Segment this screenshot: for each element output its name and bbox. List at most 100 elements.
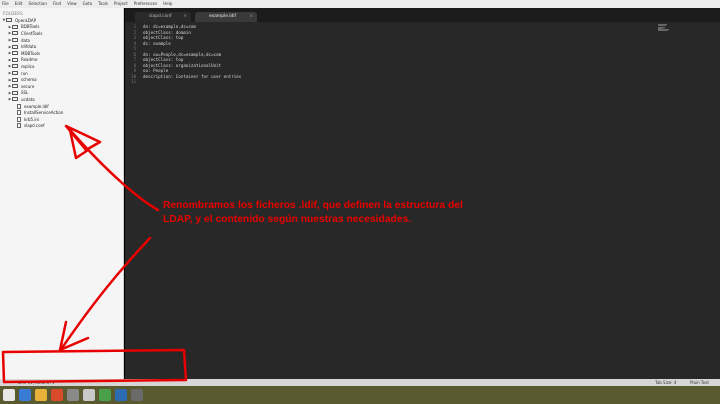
tree-file[interactable]: example.ldif	[0, 103, 123, 110]
annotation-text: Renombramos los ficheros .ldif, que defi…	[163, 200, 463, 225]
folder-icon	[12, 51, 18, 56]
menu-find[interactable]: Find	[53, 0, 61, 8]
line-number: 8	[133, 62, 136, 68]
tree-folder[interactable]: ▶ MDBTools	[0, 50, 123, 57]
folders-header: FOLDERS	[3, 11, 24, 16]
tree-root-openldap[interactable]: ▼ OpenLDAP	[0, 17, 123, 24]
tab-example-ldif[interactable]: example.ldif ×	[195, 12, 257, 22]
sidebar: FOLDERS ▼ OpenLDAP ▶ BDBTools ▶ ClientTool…	[0, 8, 124, 380]
tree-file[interactable]: slapd.conf	[0, 123, 123, 130]
tree-label: secure	[21, 83, 35, 89]
sublime-text-icon[interactable]	[131, 389, 143, 401]
folder-icon	[12, 90, 18, 95]
file-icon	[17, 110, 21, 116]
close-icon[interactable]: ×	[183, 14, 187, 19]
code-line: objectClass: top	[143, 57, 184, 62]
tree-folder[interactable]: ▶ schema	[0, 76, 123, 83]
line-number: 3	[133, 35, 136, 40]
code-line: ou: People	[143, 68, 169, 73]
tree-file[interactable]: krb5.ini	[0, 116, 123, 123]
tab-slapd-conf[interactable]: slapd.conf ×	[135, 12, 191, 22]
file-icon	[17, 116, 21, 122]
code-line: dn: ou=People,dc=example,dc=com	[143, 51, 222, 57]
app-icon[interactable]	[83, 389, 95, 401]
cursor-position: Line 11, Column 1	[18, 380, 55, 385]
code-line: dn: dc=example,dc=com	[143, 24, 196, 29]
line-number: 6	[133, 51, 136, 57]
tree-folder[interactable]: ▶ run	[0, 70, 123, 77]
menu-edit[interactable]: Edit	[15, 0, 23, 8]
folder-icon	[12, 84, 18, 89]
menu-help[interactable]: Help	[163, 0, 172, 8]
folder-icon	[12, 77, 18, 82]
file-icon	[17, 123, 21, 129]
tree-folder[interactable]: ▶ SSL	[0, 90, 123, 97]
line-number: 4	[133, 40, 136, 46]
folder-icon	[12, 38, 18, 43]
folder-icon	[12, 97, 18, 102]
tree-folder[interactable]: ▶ Readme	[0, 57, 123, 64]
tree-file[interactable]: InstallServiceAction	[0, 109, 123, 116]
close-icon[interactable]: ×	[249, 14, 253, 19]
tree-label: krb5.ini	[24, 116, 40, 122]
tree-folder[interactable]: ▶ ucdata	[0, 96, 123, 103]
tree-label: example.ldif	[24, 103, 49, 109]
menu-goto[interactable]: Goto	[83, 0, 93, 8]
folder-icon	[12, 57, 18, 62]
tree-folder[interactable]: ▶ replica	[0, 63, 123, 70]
tree-folder[interactable]: ▶ BDBTools	[0, 24, 123, 31]
status-bar: Line 11, Column 1 Tab Size: 4 Plain Text	[0, 379, 720, 386]
code-line: objectClass: domain	[143, 29, 191, 35]
minimap[interactable]	[658, 24, 670, 32]
tree-label: ldifdata	[21, 44, 37, 50]
tree-label: BDBTools	[21, 24, 40, 30]
tree-label: InstallServiceAction	[24, 110, 64, 116]
tree-label: data	[21, 37, 31, 43]
folder-open-icon	[6, 18, 12, 23]
app-icon[interactable]	[99, 389, 111, 401]
start-icon[interactable]	[3, 389, 15, 401]
line-number: 1	[133, 24, 136, 29]
code-line: description: Container for user entries	[143, 73, 242, 79]
tree-label: schema	[21, 77, 37, 83]
folder-icon	[12, 31, 18, 36]
tree-label: replica	[21, 63, 35, 69]
line-number: 7	[133, 57, 136, 62]
menu-selection[interactable]: Selection	[28, 0, 46, 8]
tree-folder[interactable]: ▶ data	[0, 37, 123, 44]
line-number: 5	[133, 46, 136, 51]
line-number: 10	[131, 73, 136, 79]
tree-label: SSL	[21, 90, 29, 96]
folder-icon	[12, 64, 18, 69]
menu-file[interactable]: File	[2, 0, 9, 8]
tree-label: ucdata	[21, 96, 35, 102]
code-line: objectClass: organizationalUnit	[143, 62, 222, 68]
line-number: 11	[131, 79, 136, 84]
tree-folder[interactable]: ▶ secure	[0, 83, 123, 90]
app-icon[interactable]	[67, 389, 79, 401]
tab-size-selector[interactable]: Tab Size: 4	[655, 379, 676, 386]
code-line: dc: example	[143, 40, 171, 46]
menu-tools[interactable]: Tools	[98, 0, 108, 8]
menu-preferences[interactable]: Preferences	[134, 0, 158, 8]
tree-folder[interactable]: ▶ ldifdata	[0, 43, 123, 50]
browser-icon[interactable]	[19, 389, 31, 401]
app-icon[interactable]	[51, 389, 63, 401]
tree-label: MDBTools	[21, 50, 41, 56]
tree-label: run	[21, 70, 28, 76]
tree-label: slapd.conf	[24, 123, 45, 129]
tree-label: Readme	[21, 57, 38, 63]
app-icon[interactable]	[115, 389, 127, 401]
tree-label: OpenLDAP	[15, 17, 37, 23]
line-number: 9	[133, 68, 136, 73]
tree-folder[interactable]: ▶ ClientTools	[0, 30, 123, 37]
menu-view[interactable]: View	[67, 0, 77, 8]
tab-bar: slapd.conf × example.ldif ×	[125, 8, 720, 22]
code-line: objectClass: top	[143, 35, 184, 40]
tab-label: slapd.conf	[149, 14, 172, 19]
syntax-selector[interactable]: Plain Text	[690, 379, 709, 386]
file-icon	[17, 103, 21, 109]
folder-explorer-icon[interactable]	[35, 389, 47, 401]
menu-project[interactable]: Project	[114, 0, 128, 8]
menu-bar: File Edit Selection Find View Goto Tools…	[0, 0, 720, 8]
